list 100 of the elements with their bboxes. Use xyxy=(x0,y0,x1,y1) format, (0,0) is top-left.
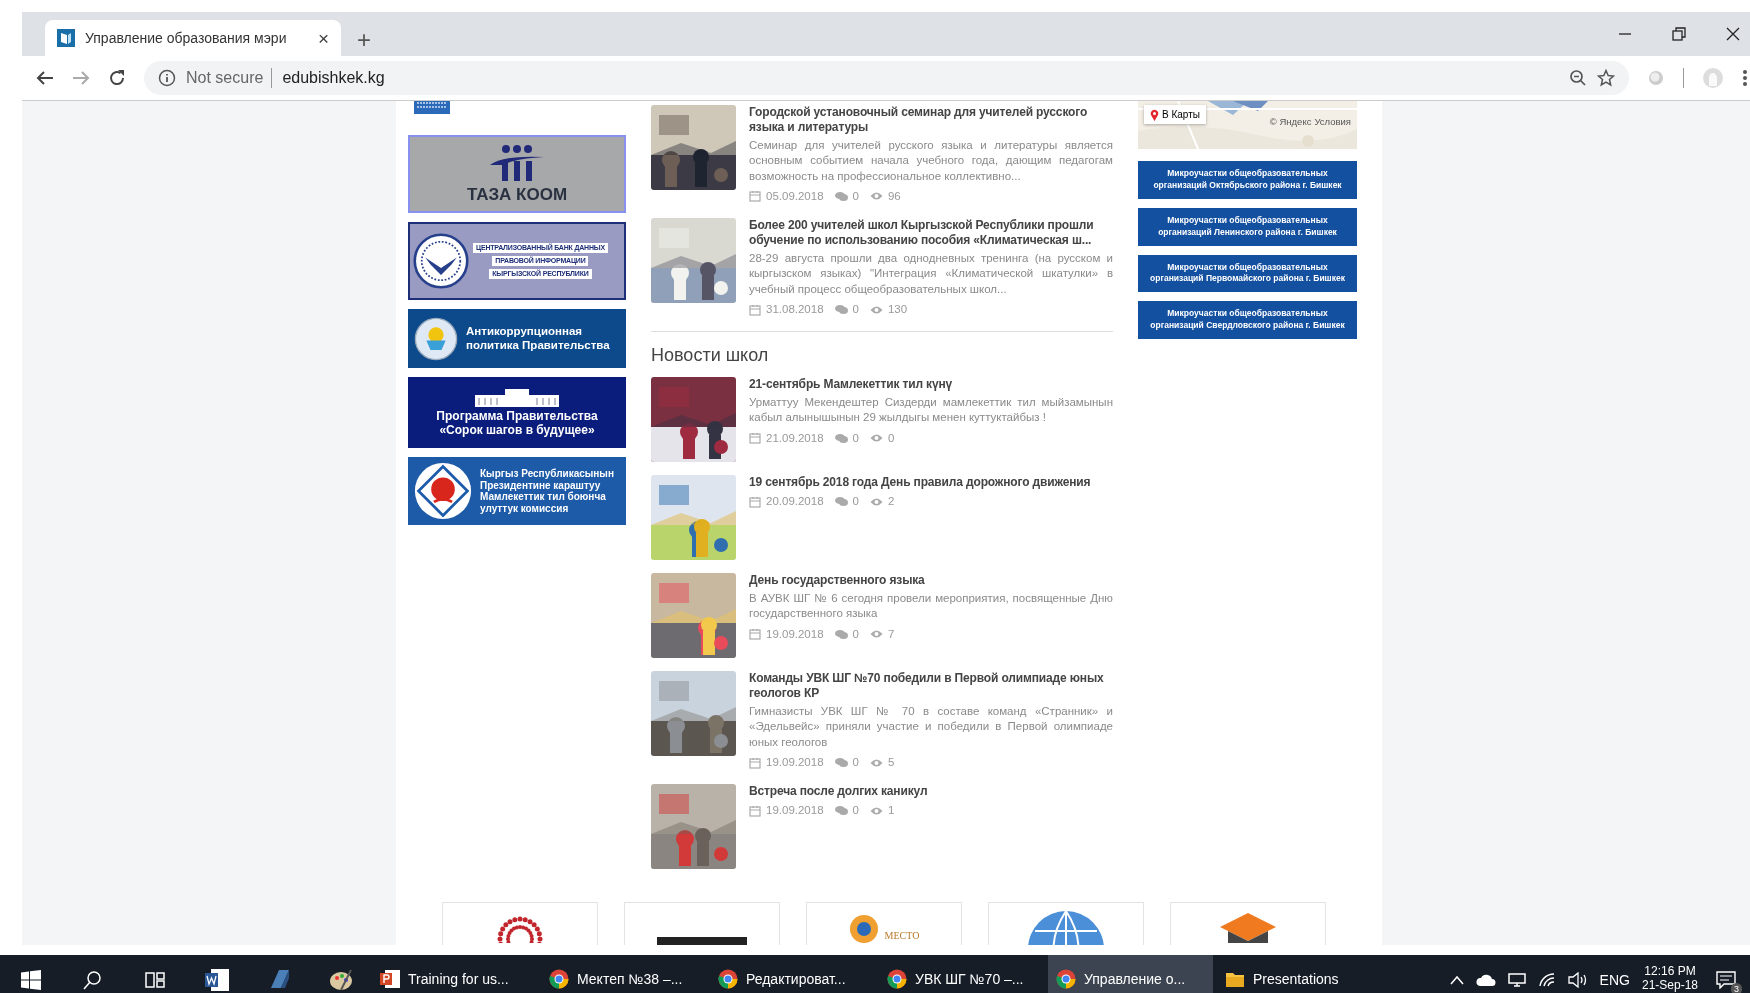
district-link-button[interactable]: Микроучастки общеобразовательных организаций Ленинского района г. Бишкек xyxy=(1138,207,1357,246)
news-title-link[interactable]: Команды УВК ШГ №70 победили в Первой олимпиаде юных геологов КР xyxy=(749,671,1113,702)
chrome-icon xyxy=(549,969,569,989)
logo-text: МЕСТО xyxy=(884,930,920,942)
banner[interactable]: Программа Правительства «Сорок шагов в будущее» xyxy=(408,377,626,448)
news-title-link[interactable]: Более 200 учителей школ Кыргызской Республики прошли обучение по использованию пособия «Климатическая ш... xyxy=(749,218,1113,249)
pin-icon xyxy=(1150,108,1159,121)
powerpoint-icon xyxy=(380,969,400,989)
calendar-icon xyxy=(749,756,761,769)
comment-count: 0 xyxy=(852,803,859,819)
eye-icon xyxy=(869,191,883,202)
news-title-link[interactable]: Встреча после долгих каникул xyxy=(749,784,1113,800)
section-heading: Новости школ xyxy=(651,344,770,368)
paint-icon[interactable] xyxy=(329,968,353,992)
close-tab-button[interactable]: × xyxy=(317,28,329,48)
wifi-icon[interactable] xyxy=(1537,972,1556,988)
clock[interactable]: 12:16 PM 21-Sep-18 xyxy=(1641,963,1698,993)
language-indicator[interactable]: ENG xyxy=(1599,969,1630,991)
zoom-out-icon[interactable] xyxy=(1569,69,1587,87)
windows-icon[interactable] xyxy=(21,970,41,990)
banner-text: Программа Правительства «Сорок шагов в будущее» xyxy=(436,410,598,438)
open-map-button[interactable]: В Карты xyxy=(1144,105,1206,124)
reload-icon[interactable] xyxy=(108,69,126,87)
taskbar-window-button[interactable]: Мектеп №38 –... xyxy=(541,955,706,993)
eye-icon xyxy=(869,805,883,816)
tab-title: Управление образования мэри xyxy=(85,28,288,48)
banner[interactable]: ТАЗА КООМ xyxy=(408,135,626,213)
calendar-icon xyxy=(749,190,761,203)
banner-text: Кыргыз Республикасынын Президентине караштуу Мамлекеттик тил боюнча улуттук комиссия xyxy=(480,468,614,514)
volume-icon[interactable] xyxy=(1567,972,1588,988)
partner-logo-link[interactable] xyxy=(1170,902,1326,945)
view-count: 130 xyxy=(887,301,908,317)
address-bar[interactable]: Not secure edubishkek.kg xyxy=(144,61,1629,95)
calendar-icon xyxy=(749,432,761,445)
taskbar-window-button[interactable]: Presentations xyxy=(1217,955,1382,993)
search-icon[interactable] xyxy=(83,970,103,990)
partner-logo-link[interactable]: МЕСТО xyxy=(806,902,962,945)
view-count: 1 xyxy=(887,803,895,819)
notification-count-badge: 3 xyxy=(1731,983,1742,993)
menu-icon[interactable] xyxy=(1742,69,1748,87)
task-view-icon[interactable] xyxy=(145,970,165,990)
comment-count: 0 xyxy=(852,626,859,642)
news-date: 31.08.2018 xyxy=(766,301,824,317)
comment-count: 0 xyxy=(852,188,859,204)
new-tab-button[interactable]: + xyxy=(357,28,371,52)
building-icon xyxy=(475,387,559,408)
security-label: Not secure xyxy=(186,68,264,88)
chevron-up-icon[interactable] xyxy=(1449,975,1464,985)
news-date: 19.09.2018 xyxy=(766,755,824,771)
news-title-link[interactable]: 21-сентябрь Мамлекеттик тил күнү xyxy=(749,377,1113,393)
close-icon[interactable] xyxy=(1726,27,1740,41)
emblem-icon xyxy=(413,233,469,289)
partner-logo-link[interactable] xyxy=(624,902,780,945)
banner[interactable]: Кыргыз Республикасынын Президентине караштуу Мамлекеттик тил боюнча улуттук комиссия xyxy=(408,457,626,525)
news-date: 19.09.2018 xyxy=(766,626,824,642)
calendar-icon xyxy=(749,303,761,316)
news-title-link[interactable]: Городской установочный семинар для учителей русского языка и литературы xyxy=(749,105,1113,135)
taskbar-window-button[interactable]: Training for us... xyxy=(372,955,537,993)
eye-icon xyxy=(869,304,883,315)
news-title-link[interactable]: 19 сентябрь 2018 года День правила дорожного движения xyxy=(749,475,1113,491)
notification-icon[interactable] xyxy=(1716,971,1736,989)
calendar-icon xyxy=(749,495,761,508)
news-excerpt: 28-29 августа прошли два однодневных тренинга (на русском и кыргызском языках) "Интеграция «Климатической шкатулки» в учебный процесс общеобразовательных школ... xyxy=(749,251,1113,297)
terms-link[interactable]: Условия xyxy=(1314,115,1351,130)
district-link-button[interactable]: Микроучастки общеобразовательных организаций Первомайского района г. Бишкек xyxy=(1138,254,1357,293)
banner[interactable]: Антикоррупционная политика Правительства xyxy=(408,309,626,368)
emblem-icon xyxy=(414,316,458,361)
map-copyright: © Яндекс xyxy=(1269,115,1312,129)
news-excerpt: Семинар для учителей русского языка и литературы является основным событием начала учебного года, дающим педагогам возможность на профессиональное коллективно... xyxy=(749,138,1113,184)
district-link-button[interactable]: Микроучастки общеобразовательных организаций Свердловского района г. Бишкек xyxy=(1138,301,1357,340)
word-icon[interactable] xyxy=(205,968,229,992)
comment-count: 0 xyxy=(852,430,859,446)
restore-icon[interactable] xyxy=(1672,27,1686,41)
comments-icon xyxy=(834,190,848,202)
news-excerpt: Гимназисты УВК ШГ № 70 в составе команд «Странник» и «Эдельвейс» приняли участие и победили в Первой олимпиаде юных геологов xyxy=(749,704,1113,750)
taskbar-window-button[interactable]: Управление о... xyxy=(1048,955,1213,993)
browser-tab[interactable]: Управление образования мэри × xyxy=(45,20,341,56)
comments-icon xyxy=(834,628,848,640)
view-count: 5 xyxy=(887,755,895,771)
news-date: 19.09.2018 xyxy=(766,803,824,819)
taskbar-window-button[interactable]: Редактироват... xyxy=(710,955,875,993)
chrome-icon xyxy=(887,969,907,989)
comments-icon xyxy=(834,496,848,508)
cloud-icon[interactable] xyxy=(1475,973,1496,987)
chrome-icon xyxy=(718,969,738,989)
district-link-button[interactable]: Микроучастки общеобразовательных организаций Октябрьского района г. Бишкек xyxy=(1138,161,1357,199)
view-count: 0 xyxy=(887,430,895,446)
star-icon[interactable] xyxy=(1597,69,1615,87)
comments-icon xyxy=(834,304,848,316)
network-icon[interactable] xyxy=(1507,972,1526,988)
news-date: 20.09.2018 xyxy=(766,494,824,510)
back-icon[interactable] xyxy=(36,70,54,86)
calendar-icon xyxy=(749,628,761,641)
comments-icon xyxy=(834,805,848,817)
eye-icon xyxy=(869,496,883,507)
comments-icon xyxy=(834,432,848,444)
comment-count: 0 xyxy=(852,301,859,317)
taskbar-window-button[interactable]: УВК ШГ №70 –... xyxy=(879,955,1044,993)
news-title-link[interactable]: День государственного языка xyxy=(749,573,1113,589)
banner-text: ТАЗА КООМ xyxy=(466,185,568,205)
